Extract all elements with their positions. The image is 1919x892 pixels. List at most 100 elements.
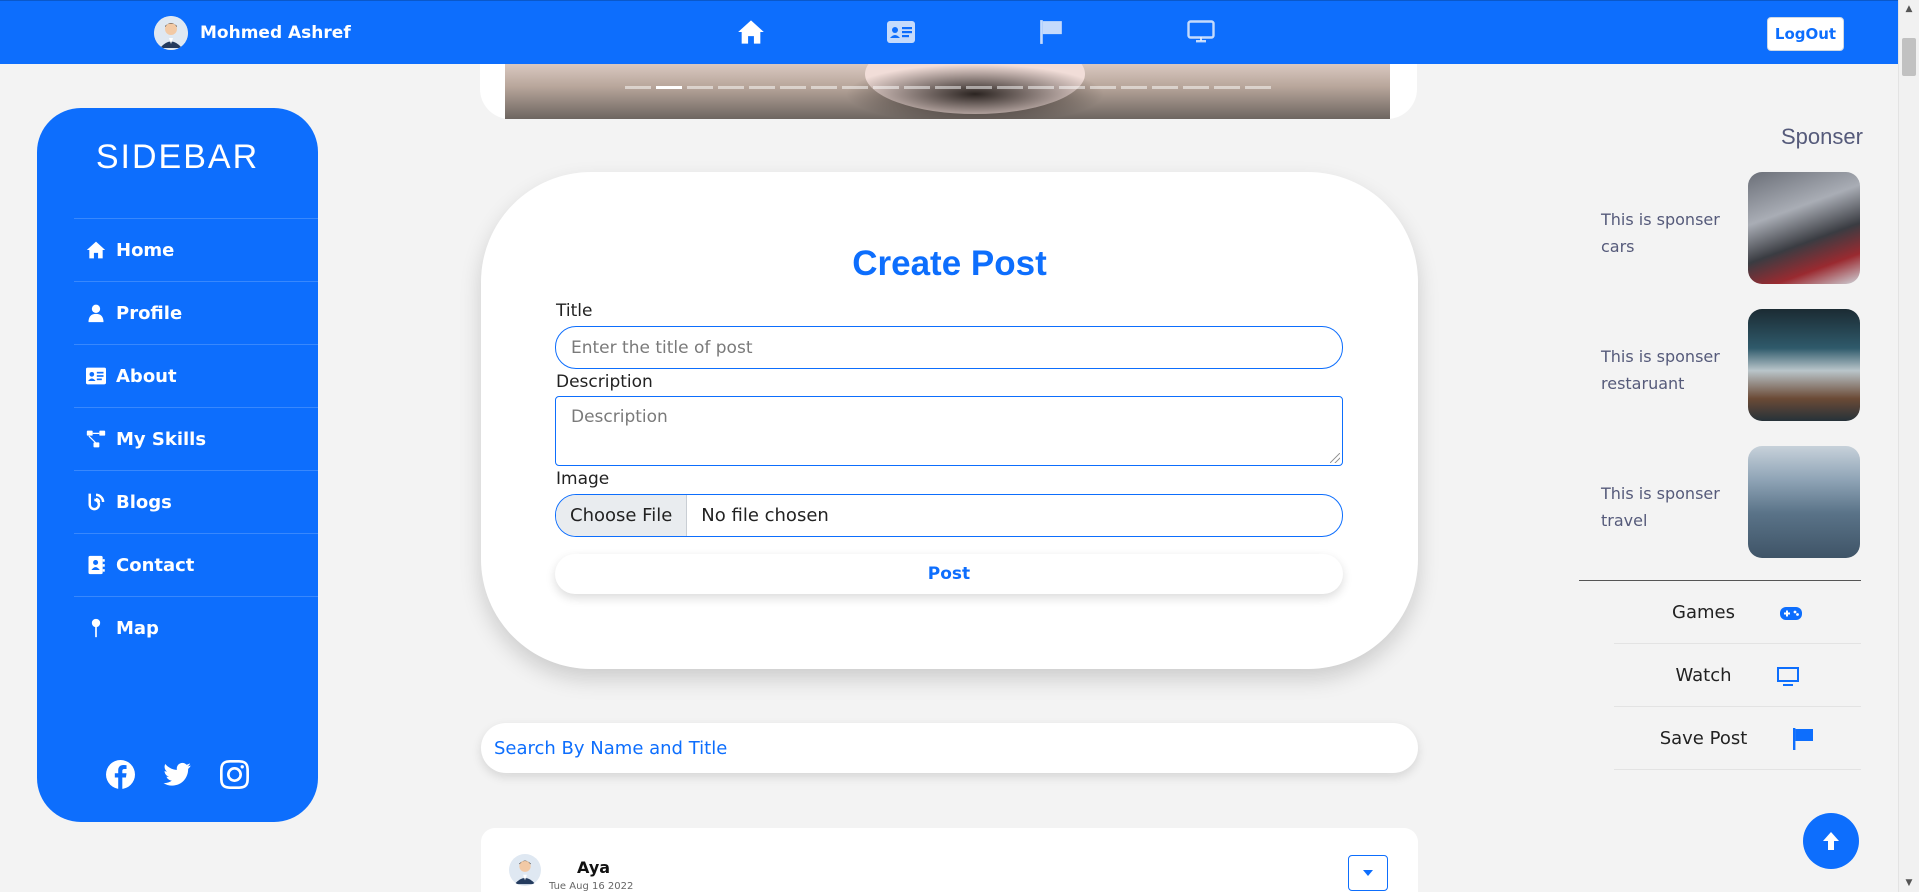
sponsor-image[interactable] — [1748, 309, 1860, 421]
slider-indicator[interactable] — [1059, 86, 1085, 89]
sidebar-item-label: About — [116, 365, 177, 387]
no-file-chosen-text: No file chosen — [701, 505, 829, 526]
instagram-icon[interactable] — [220, 760, 249, 789]
slider-indicator[interactable] — [718, 86, 744, 89]
slider-indicator[interactable] — [1028, 86, 1054, 89]
scrollbar-thumb[interactable] — [1902, 38, 1916, 76]
scroll-up-arrow-icon[interactable]: ▲ — [1902, 2, 1916, 16]
post-author-avatar — [509, 854, 541, 886]
sponsor-item-cars[interactable]: This is sponser cars — [1601, 172, 1861, 284]
slider-indicator[interactable] — [1214, 86, 1240, 89]
sponsor-text: This is sponser cars — [1601, 210, 1720, 256]
sponsor-text: This is sponser travel — [1601, 484, 1720, 530]
sidebar-item-blogs[interactable]: Blogs — [74, 470, 318, 533]
sidebar-item-label: Profile — [116, 302, 183, 324]
create-post-title: Create Post — [852, 244, 1047, 283]
sidebar-title: SIDEBAR — [95, 138, 260, 176]
scroll-to-top-button[interactable] — [1803, 813, 1859, 869]
slider-indicator[interactable] — [625, 86, 651, 89]
search-placeholder: Search By Name and Title — [494, 737, 728, 759]
sponsor-image[interactable] — [1748, 172, 1860, 284]
slider-indicator[interactable] — [1245, 86, 1271, 89]
map-pin-icon — [91, 618, 101, 638]
gamepad-icon — [1779, 606, 1802, 620]
description-placeholder: Description — [571, 407, 668, 427]
nav-home-icon[interactable] — [735, 17, 767, 47]
slider-indicator[interactable] — [1152, 86, 1178, 89]
sponsor-image[interactable] — [1748, 446, 1860, 558]
logout-button[interactable]: LogOut — [1767, 17, 1844, 51]
sidebar-item-label: Contact — [116, 554, 195, 576]
scroll-down-arrow-icon[interactable]: ▼ — [1902, 876, 1916, 890]
util-item-save-post[interactable]: Save Post — [1614, 708, 1861, 770]
blog-icon — [88, 493, 105, 511]
slider-indicator[interactable] — [687, 86, 713, 89]
slider-indicator[interactable] — [966, 86, 992, 89]
slider-indicators — [625, 86, 1271, 89]
flag-icon — [1793, 727, 1814, 750]
util-item-watch[interactable]: Watch — [1614, 645, 1861, 707]
twitter-icon[interactable] — [163, 760, 192, 789]
util-item-games[interactable]: Games — [1614, 582, 1861, 644]
sidebar-item-profile[interactable]: Profile — [74, 281, 318, 344]
create-post-card: Create Post Title Enter the title of pos… — [481, 172, 1418, 669]
sidebar-item-home[interactable]: Home — [74, 218, 318, 281]
nav-id-card-icon[interactable] — [885, 17, 917, 47]
sidebar-item-my-skills[interactable]: My Skills — [74, 407, 318, 470]
id-card-icon — [86, 367, 106, 385]
title-input[interactable]: Enter the title of post — [555, 326, 1343, 369]
util-item-label: Watch — [1675, 665, 1732, 686]
choose-file-button[interactable]: Choose File — [556, 495, 688, 536]
post-options-dropdown[interactable] — [1348, 855, 1388, 891]
sidebar-item-about[interactable]: About — [74, 344, 318, 407]
slider-indicator[interactable] — [811, 86, 837, 89]
search-input[interactable]: Search By Name and Title — [481, 723, 1418, 773]
sponsor-text: This is sponser restaruant — [1601, 347, 1720, 393]
navbar-user[interactable]: Mohmed Ashref — [154, 16, 351, 50]
arrow-up-icon — [1823, 832, 1839, 850]
sidebar-item-label: My Skills — [116, 428, 207, 450]
slider-indicator[interactable] — [842, 86, 868, 89]
sponsor-item-restaurant[interactable]: This is sponser restaruant — [1601, 309, 1861, 421]
title-label: Title — [556, 301, 593, 321]
sidebar-item-contact[interactable]: Contact — [74, 533, 318, 596]
sidebar-item-label: Home — [116, 239, 175, 261]
sidebar-item-map[interactable]: Map — [74, 596, 318, 659]
tv-icon — [1776, 666, 1799, 686]
sponsor-item-travel[interactable]: This is sponser travel — [1601, 446, 1861, 558]
user-avatar — [154, 16, 188, 50]
slider-indicator[interactable] — [935, 86, 961, 89]
post-button[interactable]: Post — [555, 554, 1343, 594]
divider — [1579, 580, 1861, 581]
page-scrollbar[interactable] — [1898, 0, 1919, 892]
description-textarea[interactable]: Description — [555, 396, 1343, 466]
slider-indicator[interactable] — [1090, 86, 1116, 89]
util-item-label: Save Post — [1659, 728, 1748, 749]
slider-indicator[interactable] — [780, 86, 806, 89]
slider-indicator[interactable] — [997, 86, 1023, 89]
post-date: Tue Aug 16 2022 — [549, 881, 634, 892]
image-label: Image — [556, 469, 610, 489]
nav-flag-icon[interactable] — [1035, 17, 1067, 47]
slider-indicator-active[interactable] — [656, 86, 682, 89]
sidebar: SIDEBAR Home Profile About My Skills Blo… — [37, 108, 318, 822]
nav-desktop-icon[interactable] — [1185, 17, 1217, 47]
slider-indicator[interactable] — [1121, 86, 1147, 89]
description-label: Description — [556, 372, 653, 392]
util-item-label: Games — [1672, 602, 1735, 623]
sidebar-item-label: Blogs — [116, 491, 172, 513]
slider-image[interactable] — [505, 64, 1390, 119]
post-card: Aya Tue Aug 16 2022 — [481, 828, 1418, 892]
slider-indicator[interactable] — [749, 86, 775, 89]
address-book-icon — [88, 555, 105, 575]
sidebar-nav: Home Profile About My Skills Blogs Conta… — [74, 218, 318, 659]
slider-indicator[interactable] — [873, 86, 899, 89]
caret-down-icon — [1363, 870, 1373, 876]
network-icon — [86, 430, 106, 448]
slider-indicator[interactable] — [1183, 86, 1209, 89]
resize-handle-icon[interactable] — [1330, 453, 1340, 463]
slider-indicator[interactable] — [904, 86, 930, 89]
image-file-input[interactable]: Choose File No file chosen — [555, 494, 1343, 537]
facebook-icon[interactable] — [106, 760, 135, 789]
top-navbar: Mohmed Ashref LogOut — [0, 0, 1898, 64]
